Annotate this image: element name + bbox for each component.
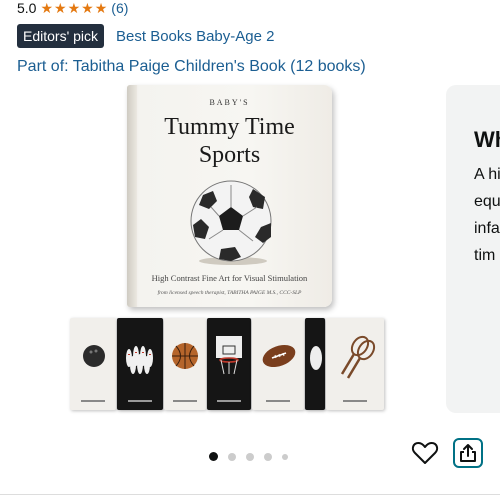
book-subtitle: High Contrast Fine Art for Visual Stimul… [151, 273, 308, 283]
page-caption [252, 400, 304, 403]
heart-outline-icon [411, 442, 439, 464]
carousel-dot[interactable] [282, 453, 288, 460]
divider [0, 494, 500, 495]
editors-pick-badge: Editors' pick [17, 24, 105, 48]
page-panel [326, 318, 384, 410]
page-panel [207, 318, 251, 410]
page-panel [164, 318, 206, 410]
page-caption [164, 400, 206, 403]
carousel-dot[interactable] [264, 452, 272, 461]
description-line: A hi [474, 166, 500, 183]
bowling-ball-illustration [83, 345, 105, 367]
description-line: equ [474, 193, 500, 210]
star-icon: ★ [81, 0, 94, 16]
rating-count-link[interactable]: (6) [111, 0, 128, 16]
carousel-dots[interactable] [209, 452, 288, 461]
accordion-pages-image [70, 318, 384, 410]
star-icon: ★ [54, 0, 67, 16]
book-small-caption: BABY'S [209, 98, 250, 107]
page-caption [326, 400, 384, 403]
baseball-illustration [310, 346, 322, 370]
football-illustration [262, 344, 296, 368]
description-line: tim [474, 247, 496, 264]
rating-row[interactable]: 5.0 ★ ★ ★ ★ ★ (6) [17, 0, 128, 16]
book-title-line: Tummy Time [164, 114, 295, 140]
star-icon: ★ [67, 0, 81, 16]
soccer-ball-illustration [190, 180, 272, 265]
series-link[interactable]: Part of: Tabitha Paige Children's Book (… [17, 58, 366, 76]
rating-value: 5.0 [17, 0, 37, 16]
share-icon [460, 444, 476, 462]
star-icon: ★ [40, 0, 54, 16]
product-image-book-cover[interactable]: BABY'S Tummy Time Sports High Contrast F… [127, 85, 332, 307]
rating-stars: ★ ★ ★ ★ ★ [40, 1, 107, 15]
description-heading: Wh [474, 127, 500, 152]
book-title: Tummy Time Sports [127, 113, 332, 169]
description-card[interactable]: Wh A hi equ infa tim [446, 85, 500, 413]
description-line: infa [474, 220, 500, 237]
carousel-dot[interactable] [228, 452, 236, 461]
page-caption [70, 400, 116, 403]
basketball-hoop-illustration [216, 336, 242, 375]
page-panel [305, 318, 325, 410]
tennis-rackets-illustration [340, 335, 376, 379]
share-button[interactable] [453, 438, 483, 468]
book-author: from licensed speech therapist, TABITHA … [157, 290, 302, 296]
page-caption [207, 400, 251, 403]
basketball-illustration [172, 343, 198, 369]
add-to-list-button[interactable] [410, 438, 440, 468]
page-panel [70, 318, 116, 410]
carousel-dot[interactable] [209, 452, 218, 461]
editors-pick-row: Editors' pick Best Books Baby-Age 2 [17, 24, 274, 48]
star-icon: ★ [94, 0, 108, 16]
book-title-line: Sports [198, 142, 261, 168]
carousel-dot[interactable] [246, 452, 254, 461]
best-books-link[interactable]: Best Books Baby-Age 2 [116, 28, 274, 45]
bowling-pins-illustration [126, 346, 153, 374]
page-caption [117, 400, 163, 403]
page-panel [117, 318, 163, 410]
page-panel [252, 318, 304, 410]
